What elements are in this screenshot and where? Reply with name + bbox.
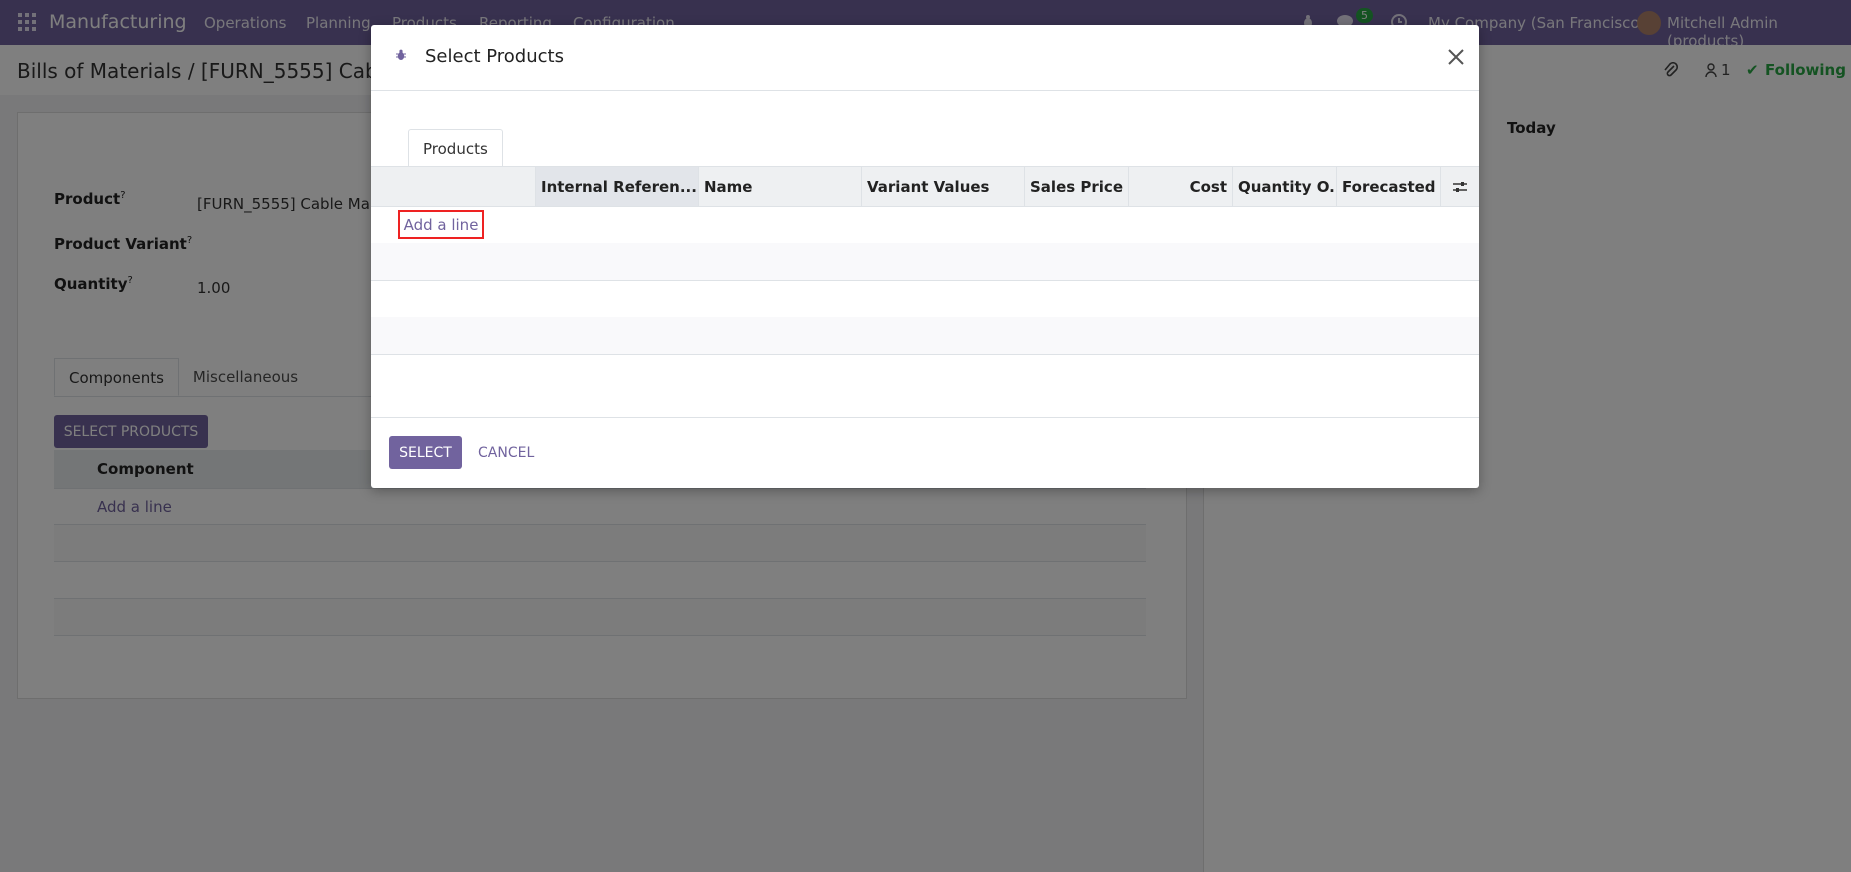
select-button[interactable]: SELECT — [389, 436, 462, 469]
dialog-footer: SELECT CANCEL — [371, 417, 1479, 488]
table-row — [371, 280, 1479, 318]
products-table-header: Internal Referen... Name Variant Values … — [371, 166, 1479, 207]
dialog-title: Select Products — [425, 46, 564, 67]
select-products-dialog: Select Products Products Internal Refere… — [371, 25, 1479, 488]
column-forecasted[interactable]: Forecasted ... — [1336, 167, 1440, 206]
sliders-icon — [1453, 181, 1467, 192]
column-internal-reference[interactable]: Internal Referen... — [535, 167, 698, 206]
add-a-line-link[interactable]: Add a line — [398, 210, 484, 239]
cancel-button[interactable]: CANCEL — [478, 436, 534, 469]
column-cost[interactable]: Cost — [1128, 167, 1232, 206]
column-label: Internal Referen... — [541, 177, 697, 196]
tab-products[interactable]: Products — [408, 129, 503, 169]
column-sales-price[interactable]: Sales Price — [1024, 167, 1128, 206]
debug-bug-icon — [396, 49, 406, 60]
table-row — [371, 317, 1479, 355]
column-quantity-on-hand[interactable]: Quantity O... — [1232, 167, 1336, 206]
table-row — [371, 243, 1479, 281]
column-name[interactable]: Name — [698, 167, 861, 206]
table-row — [371, 206, 1479, 244]
close-icon[interactable] — [1444, 45, 1468, 69]
dialog-header: Select Products — [371, 25, 1479, 91]
optional-columns-toggle[interactable] — [1440, 167, 1479, 206]
column-variant-values[interactable]: Variant Values — [861, 167, 1024, 206]
